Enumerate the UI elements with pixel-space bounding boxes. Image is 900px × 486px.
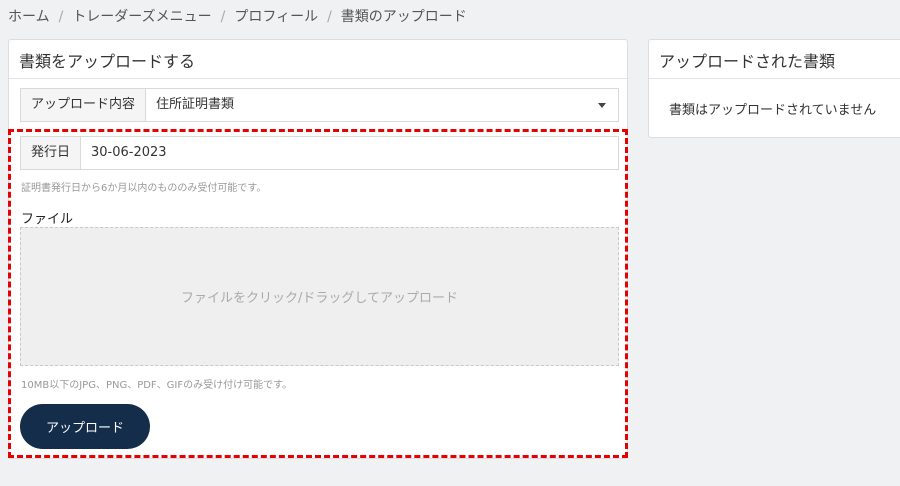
issue-date-hint: 証明書発行日から6か月以内のもののみ受付可能です。: [21, 183, 267, 194]
breadcrumb-profile[interactable]: プロフィール: [234, 9, 318, 25]
breadcrumb-separator: /: [220, 9, 226, 25]
issue-date-label: 発行日: [21, 137, 82, 169]
issue-date-field[interactable]: 発行日 30-06-2023: [20, 136, 619, 170]
document-type-select[interactable]: アップロード内容 住所証明書類: [20, 88, 619, 122]
issue-date-input[interactable]: 30-06-2023: [81, 137, 618, 169]
file-dropzone[interactable]: ファイルをクリック/ドラッグしてアップロード: [20, 227, 619, 366]
breadcrumb: ホーム / トレーダーズメニュー / プロフィール / 書類のアップロード: [8, 6, 467, 26]
breadcrumb-separator: /: [327, 9, 332, 25]
chevron-down-icon: [598, 102, 606, 108]
upload-panel: 書類をアップロードする アップロード内容 住所証明書類 発行日 30-06-20…: [8, 39, 628, 459]
breadcrumb-traders-menu[interactable]: トレーダーズメニュー: [72, 9, 211, 25]
document-type-value-wrap[interactable]: 住所証明書類: [146, 89, 618, 121]
document-type-value: 住所証明書類: [156, 97, 235, 112]
uploaded-empty-message: 書類はアップロードされていません: [669, 103, 877, 118]
document-type-label: アップロード内容: [21, 89, 147, 121]
file-label: ファイル: [21, 212, 74, 227]
file-hint: 10MB以下のJPG、PNG、PDF、GIFのみ受け付け可能です。: [21, 380, 293, 391]
breadcrumb-separator: /: [58, 9, 64, 25]
breadcrumb-current: 書類のアップロード: [340, 9, 467, 25]
breadcrumb-home[interactable]: ホーム: [8, 9, 50, 25]
upload-panel-title: 書類をアップロードする: [9, 40, 627, 79]
dropzone-text: ファイルをクリック/ドラッグしてアップロード: [181, 291, 458, 306]
uploaded-documents-panel: アップロードされた書類 書類はアップロードされていません: [648, 39, 900, 138]
upload-button[interactable]: アップロード: [20, 404, 150, 449]
uploaded-panel-title: アップロードされた書類: [649, 40, 900, 79]
